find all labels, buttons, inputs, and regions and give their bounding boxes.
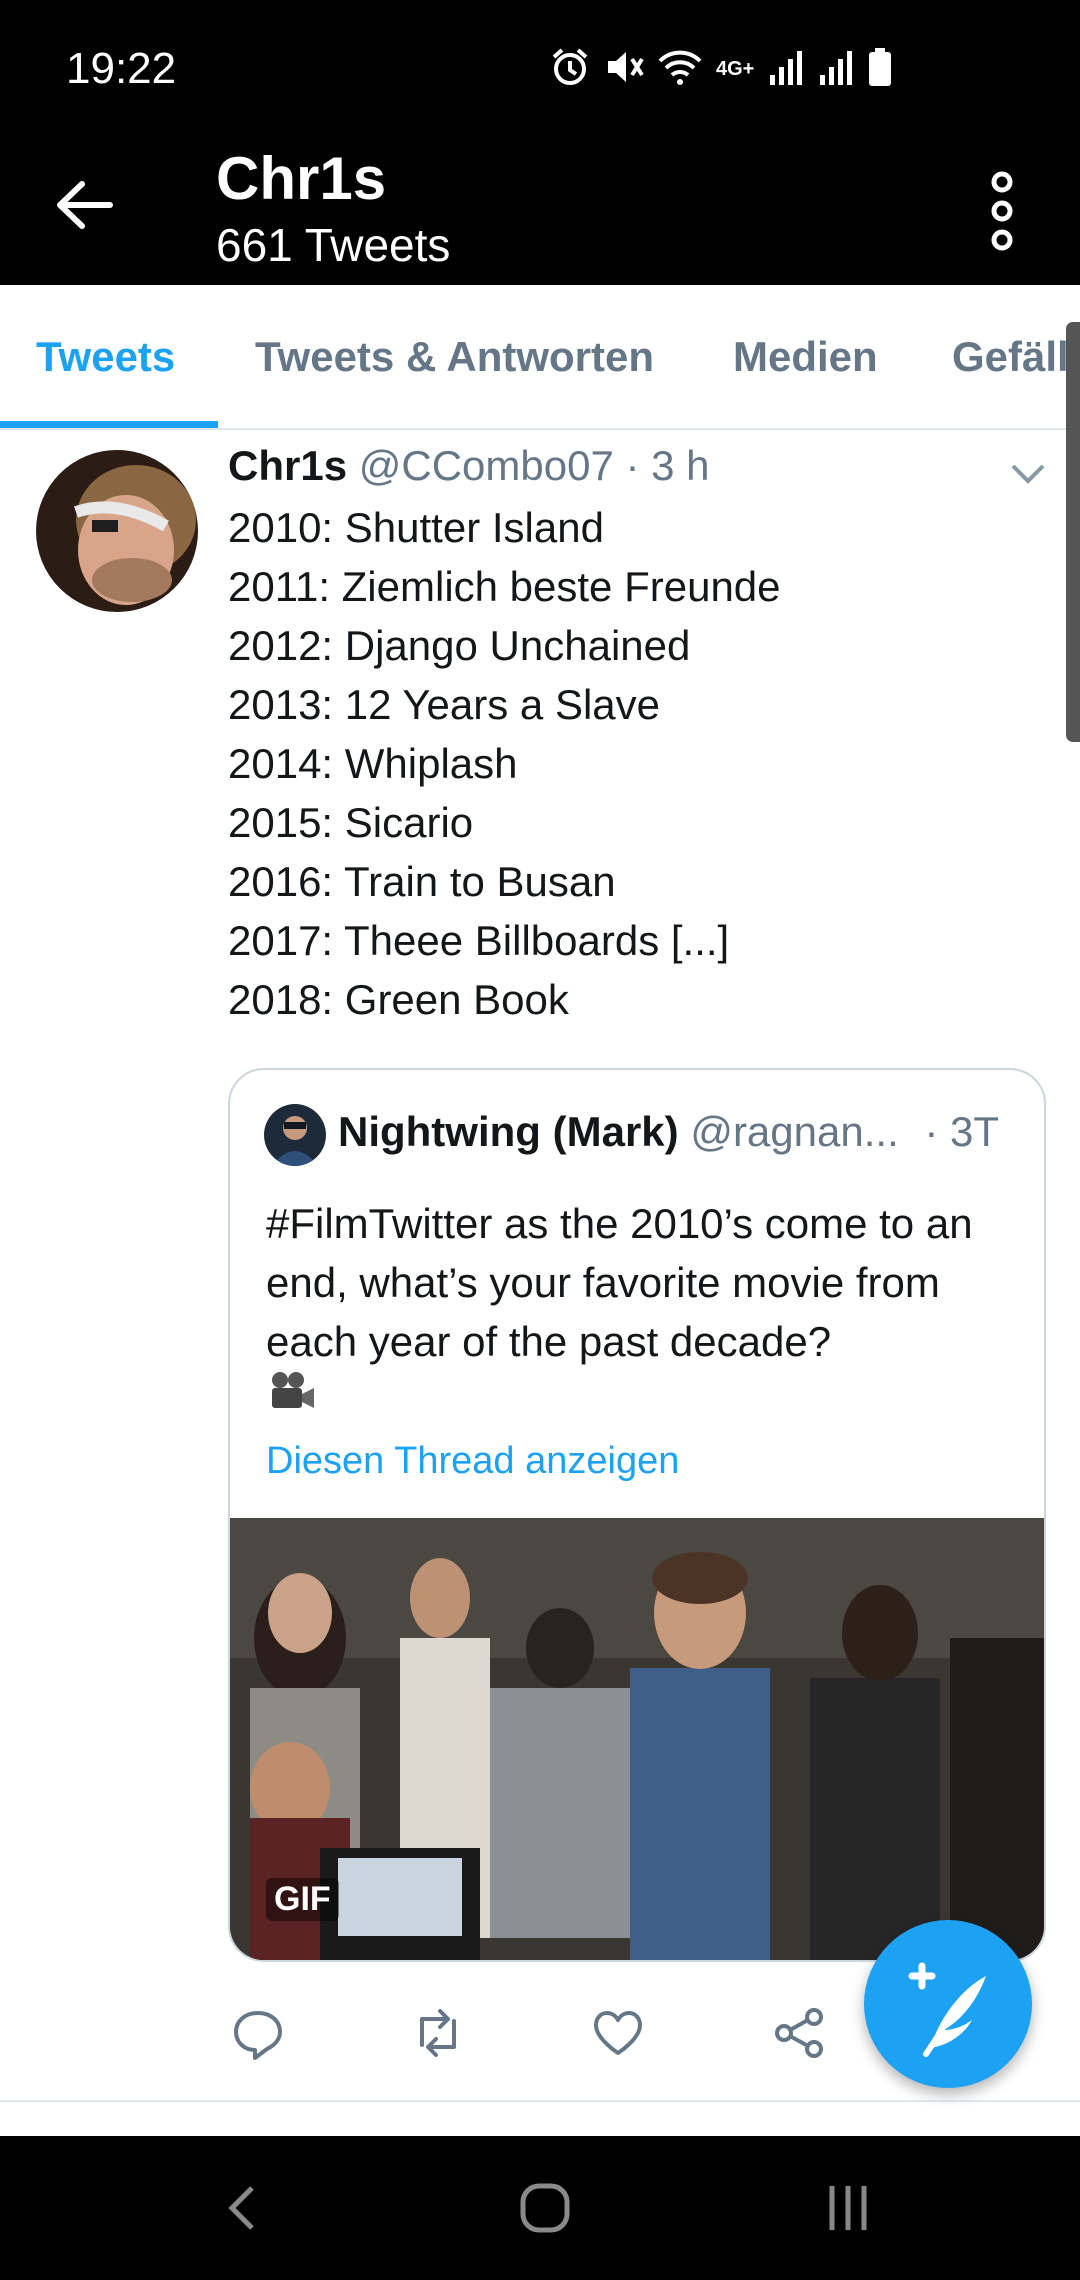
tweet-author-handle[interactable]: @CCombo07	[359, 442, 614, 489]
nav-back-button[interactable]	[214, 2178, 274, 2238]
nav-home-button[interactable]	[515, 2178, 575, 2238]
reply-icon	[234, 2011, 282, 2060]
gif-media[interactable]: GIF	[230, 1518, 1044, 1960]
tweet-author-name[interactable]: Chr1s	[228, 442, 347, 489]
quoted-text: #FilmTwitter as the 2010’s come to an en…	[266, 1200, 973, 1365]
tab-likes[interactable]: Gefällt	[952, 285, 1080, 428]
active-tab-indicator	[0, 421, 218, 428]
tweet-line: 2018: Green Book	[228, 976, 569, 1023]
retweet-icon	[420, 2009, 456, 2057]
chevron-down-icon	[1011, 464, 1045, 484]
wifi-icon	[658, 47, 702, 92]
arrow-left-icon	[57, 181, 113, 229]
battery-icon	[868, 47, 892, 92]
signal-icon	[818, 47, 854, 92]
back-button[interactable]	[50, 170, 120, 240]
share-icon	[775, 2008, 823, 2058]
tweet-line: 2011: Ziemlich beste Freunde	[228, 563, 781, 610]
chevron-left-icon	[228, 2186, 254, 2230]
system-nav-bar	[0, 2136, 1080, 2280]
tweet-text: 2010: Shutter Island 2011: Ziemlich best…	[228, 498, 781, 1029]
quoted-author-name: Nightwing (Mark)	[338, 1108, 679, 1155]
quoted-tweet[interactable]: Nightwing (Mark) @ragnan... · 3T #FilmTw…	[228, 1068, 1046, 1962]
movie-camera-icon	[268, 1370, 318, 1414]
tweet-line: 2010: Shutter Island	[228, 504, 604, 551]
tweet-header: Chr1s @CCombo07 · 3 h	[228, 442, 710, 490]
tweet-actions	[228, 2005, 848, 2075]
mute-icon	[604, 47, 644, 92]
reply-button[interactable]	[230, 2005, 286, 2061]
tweet-line: 2016: Train to Busan	[228, 858, 616, 905]
tweet-line: 2017: Theee Billboards [...]	[228, 917, 730, 964]
tab-media[interactable]: Medien	[733, 285, 878, 428]
tweet-line: 2012: Django Unchained	[228, 622, 691, 669]
more-vertical-icon	[991, 171, 1013, 251]
share-button[interactable]	[772, 2005, 828, 2061]
profile-tabs: Tweets Tweets & Antworten Medien Gefällt	[0, 285, 1080, 430]
home-square-icon	[520, 2183, 570, 2233]
tweet-line: 2014: Whiplash	[228, 740, 518, 787]
tab-tweets-replies[interactable]: Tweets & Antworten	[255, 285, 654, 428]
more-options-button[interactable]	[980, 166, 1024, 256]
profile-name: Chr1s	[216, 145, 387, 212]
tweet-menu-button[interactable]	[1010, 462, 1046, 486]
profile-header: Chr1s 661 Tweets	[0, 140, 1080, 285]
alarm-icon	[550, 47, 590, 92]
gif-badge: GIF	[266, 1878, 339, 1921]
show-thread-link[interactable]: Diesen Thread anzeigen	[266, 1440, 679, 1483]
like-icon	[594, 2011, 642, 2055]
tweet-count: 661 Tweets	[216, 219, 451, 271]
quoted-avatar	[264, 1104, 326, 1166]
compose-tweet-button[interactable]	[864, 1920, 1032, 2088]
quoted-header: Nightwing (Mark) @ragnan... · 3T	[338, 1108, 999, 1156]
tweet-divider	[0, 2100, 1080, 2102]
network-type-label: 4G+	[716, 57, 755, 80]
compose-feather-icon	[908, 1962, 986, 2057]
status-time: 19:22	[66, 44, 177, 93]
status-bar: 19:22 4G+	[0, 0, 1080, 140]
quoted-time: · 3T	[924, 1108, 1000, 1155]
avatar[interactable]	[36, 450, 198, 612]
scrollbar[interactable]	[1066, 322, 1080, 742]
nav-recents-button[interactable]	[818, 2178, 878, 2238]
tweet-time: · 3 h	[625, 442, 710, 489]
like-button[interactable]	[590, 2005, 646, 2061]
tab-tweets[interactable]: Tweets	[36, 285, 175, 428]
quoted-author-handle: @ragnan...	[690, 1108, 899, 1155]
status-icons: 4G+	[550, 46, 892, 92]
retweet-button[interactable]	[410, 2005, 466, 2061]
signal-icon	[768, 47, 804, 92]
tweet-line: 2013: 12 Years a Slave	[228, 681, 661, 728]
recents-icon	[829, 2186, 867, 2230]
tweet-line: 2015: Sicario	[228, 799, 474, 846]
